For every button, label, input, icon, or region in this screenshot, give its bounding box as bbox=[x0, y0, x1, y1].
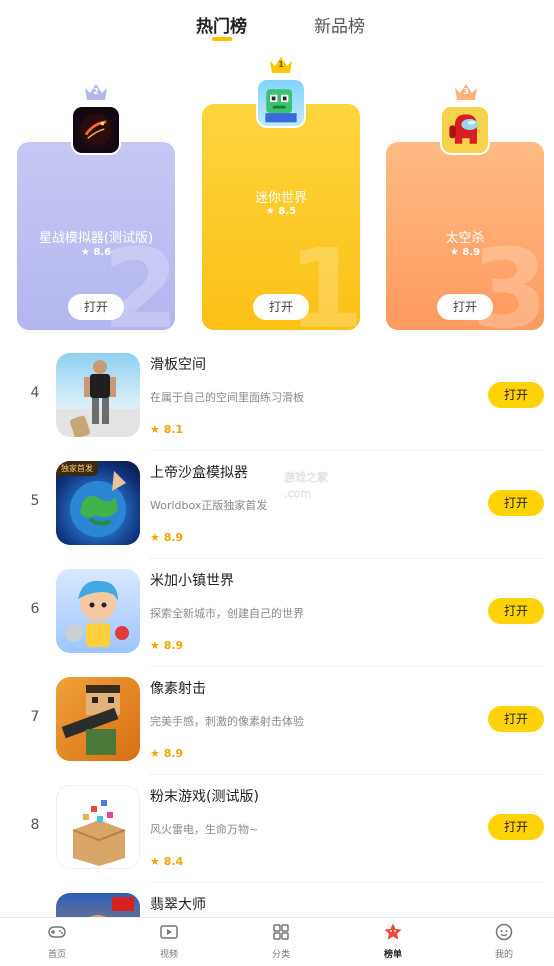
nav-label: 视频 bbox=[159, 950, 178, 960]
podium-card-1[interactable]: 1 迷你世界 ★ 8.5 打开 bbox=[202, 104, 360, 330]
app-icon-skate-space[interactable] bbox=[56, 353, 140, 437]
app-icon-star-wars-sim[interactable] bbox=[71, 105, 121, 155]
open-button[interactable]: 打开 bbox=[68, 294, 124, 320]
podium-app-name: 太空杀 bbox=[445, 231, 485, 246]
svg-text:游戏之家: 游戏之家 bbox=[284, 470, 328, 484]
crown-rank: 1 bbox=[278, 60, 284, 69]
nav-label: 分类 bbox=[271, 950, 290, 960]
crown-gold-icon: 1 bbox=[269, 55, 293, 75]
crown-bronze-icon: 3 bbox=[454, 82, 478, 102]
app-icon-pixel-gun[interactable] bbox=[56, 677, 140, 761]
app-desc: 在属于自己的空间里面练习滑板 bbox=[150, 391, 304, 404]
nav-label: 我的 bbox=[494, 950, 513, 960]
podium-rating: ★ 8.9 bbox=[449, 247, 481, 258]
list-item[interactable]: 7 像素射击 完美手感，刺激的像素射击体验 ★ 8.9 打开 bbox=[0, 667, 554, 775]
app-rating: ★ 8.4 bbox=[150, 855, 184, 868]
open-button[interactable]: 打开 bbox=[488, 598, 544, 624]
podium: 2 星战模拟器(测试版) ★ 8.6 打开 1 迷你世界 ★ 8.5 打开 3 … bbox=[0, 50, 554, 335]
bottom-nav: 首页 视频 分类 榜单 我的 bbox=[0, 917, 554, 966]
nav-profile[interactable]: 我的 bbox=[459, 922, 549, 960]
nav-label: 首页 bbox=[47, 950, 66, 960]
rank-number: 5 bbox=[30, 493, 40, 509]
podium-rating-value: 8.5 bbox=[278, 206, 297, 217]
crown-silver-icon: 2 bbox=[84, 82, 108, 102]
open-button[interactable]: 打开 bbox=[253, 294, 309, 320]
tab-hot[interactable]: 热门榜 bbox=[196, 12, 247, 37]
open-button[interactable]: 打开 bbox=[488, 490, 544, 516]
nav-video[interactable]: 视频 bbox=[124, 922, 214, 960]
open-button[interactable]: 打开 bbox=[437, 294, 493, 320]
app-title: 滑板空间 bbox=[150, 357, 206, 373]
nav-ranking[interactable]: 榜单 bbox=[348, 922, 438, 960]
app-icon-worldbox[interactable]: 独家首发 bbox=[56, 461, 140, 545]
app-desc: 完美手感，刺激的像素射击体验 bbox=[150, 715, 304, 728]
podium-rating: ★ 8.6 bbox=[80, 247, 112, 258]
podium-rating-value: 8.6 bbox=[93, 247, 112, 258]
app-rating-value: 8.9 bbox=[163, 639, 184, 652]
podium-rating-value: 8.9 bbox=[462, 247, 481, 258]
app-title: 粉末游戏(测试版) bbox=[150, 789, 259, 805]
app-title: 上帝沙盒模拟器 bbox=[150, 465, 248, 481]
rank-number: 4 bbox=[30, 385, 40, 401]
list-item[interactable]: 8 粉末游戏(测试版) 风火雷电，生命万物~ ★ 8.4 打开 bbox=[0, 775, 554, 883]
nav-category[interactable]: 分类 bbox=[236, 922, 326, 960]
app-icon-among-us[interactable] bbox=[440, 105, 490, 155]
rank-number: 8 bbox=[30, 817, 40, 833]
ranking-tabs: 热门榜 新品榜 bbox=[0, 0, 554, 50]
grid-icon bbox=[273, 924, 289, 940]
open-button[interactable]: 打开 bbox=[488, 706, 544, 732]
rank-number: 7 bbox=[30, 709, 40, 725]
user-icon bbox=[495, 923, 513, 941]
list-item[interactable]: 4 滑板空间 在属于自己的空间里面练习滑板 ★ 8.1 打开 bbox=[0, 343, 554, 451]
podium-app-name: 迷你世界 bbox=[254, 191, 307, 206]
app-rating: ★ 8.9 bbox=[150, 747, 184, 760]
tab-active-indicator bbox=[212, 37, 232, 41]
exclusive-badge: 独家首发 bbox=[56, 461, 98, 476]
nav-home[interactable]: 首页 bbox=[12, 922, 102, 960]
list-item[interactable]: 6 米加小镇世界 探索全新城市，创建自己的世界 ★ 8.9 打开 bbox=[0, 559, 554, 667]
rank-number: 6 bbox=[30, 601, 40, 617]
video-icon bbox=[160, 925, 178, 939]
crown-rank: 2 bbox=[93, 87, 99, 96]
star-icon bbox=[384, 923, 402, 940]
app-rating-value: 8.1 bbox=[163, 423, 184, 436]
open-button[interactable]: 打开 bbox=[488, 814, 544, 840]
app-rating: ★ 8.1 bbox=[150, 423, 184, 436]
app-icon-mini-world[interactable] bbox=[256, 78, 306, 128]
app-icon-miga-town[interactable] bbox=[56, 569, 140, 653]
app-title: 像素射击 bbox=[150, 681, 206, 697]
crown-rank: 3 bbox=[463, 87, 469, 96]
app-title: 米加小镇世界 bbox=[150, 573, 234, 589]
app-rating-value: 8.4 bbox=[163, 855, 184, 868]
tab-new[interactable]: 新品榜 bbox=[314, 12, 365, 37]
podium-app-name: 星战模拟器(测试版) bbox=[38, 231, 154, 246]
watermark-logo: K73 游戏之家 .com bbox=[238, 465, 348, 513]
podium-card-2[interactable]: 2 星战模拟器(测试版) ★ 8.6 打开 bbox=[17, 142, 175, 330]
open-button[interactable]: 打开 bbox=[488, 382, 544, 408]
podium-rating: ★ 8.5 bbox=[265, 206, 297, 217]
svg-text:.com: .com bbox=[284, 487, 311, 500]
app-desc: 探索全新城市，创建自己的世界 bbox=[150, 607, 304, 620]
app-rating-value: 8.9 bbox=[163, 747, 184, 760]
podium-card-3[interactable]: 3 太空杀 ★ 8.9 打开 bbox=[386, 142, 544, 330]
app-icon-powder-game[interactable] bbox=[56, 785, 140, 869]
app-rating: ★ 8.9 bbox=[150, 639, 184, 652]
app-rating-value: 8.9 bbox=[163, 531, 184, 544]
gamepad-icon bbox=[48, 926, 66, 938]
nav-label: 榜单 bbox=[383, 950, 402, 960]
app-desc: 风火雷电，生命万物~ bbox=[150, 823, 259, 836]
app-title: 翡翠大师 bbox=[150, 897, 206, 913]
app-rating: ★ 8.9 bbox=[150, 531, 184, 544]
